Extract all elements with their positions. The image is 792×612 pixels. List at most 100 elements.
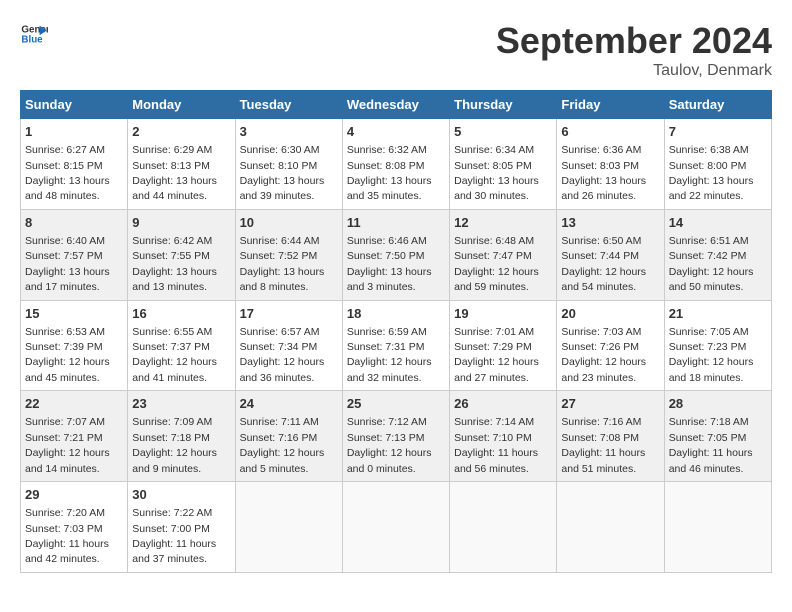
column-header-wednesday: Wednesday xyxy=(342,91,449,119)
day-info: Sunrise: 7:14 AMSunset: 7:10 PMDaylight:… xyxy=(454,416,538,474)
day-number: 4 xyxy=(347,123,445,141)
day-number: 2 xyxy=(132,123,230,141)
page-header: General Blue September 2024 Taulov, Denm… xyxy=(20,20,772,80)
day-info: Sunrise: 6:42 AMSunset: 7:55 PMDaylight:… xyxy=(132,235,217,293)
day-number: 16 xyxy=(132,305,230,323)
day-number: 12 xyxy=(454,214,552,232)
calendar-cell: 17 Sunrise: 6:57 AMSunset: 7:34 PMDaylig… xyxy=(235,300,342,391)
day-number: 24 xyxy=(240,395,338,413)
column-header-sunday: Sunday xyxy=(21,91,128,119)
day-number: 28 xyxy=(669,395,767,413)
calendar-cell: 11 Sunrise: 6:46 AMSunset: 7:50 PMDaylig… xyxy=(342,209,449,300)
logo-icon: General Blue xyxy=(20,20,48,48)
day-number: 20 xyxy=(561,305,659,323)
day-number: 21 xyxy=(669,305,767,323)
calendar-cell: 3 Sunrise: 6:30 AMSunset: 8:10 PMDayligh… xyxy=(235,119,342,210)
calendar-cell: 8 Sunrise: 6:40 AMSunset: 7:57 PMDayligh… xyxy=(21,209,128,300)
day-info: Sunrise: 6:36 AMSunset: 8:03 PMDaylight:… xyxy=(561,144,646,202)
day-number: 1 xyxy=(25,123,123,141)
week-row-3: 15 Sunrise: 6:53 AMSunset: 7:39 PMDaylig… xyxy=(21,300,772,391)
day-info: Sunrise: 7:01 AMSunset: 7:29 PMDaylight:… xyxy=(454,326,539,384)
day-number: 29 xyxy=(25,486,123,504)
calendar-cell: 29 Sunrise: 7:20 AMSunset: 7:03 PMDaylig… xyxy=(21,482,128,573)
day-info: Sunrise: 6:46 AMSunset: 7:50 PMDaylight:… xyxy=(347,235,432,293)
day-info: Sunrise: 6:51 AMSunset: 7:42 PMDaylight:… xyxy=(669,235,754,293)
day-number: 15 xyxy=(25,305,123,323)
day-info: Sunrise: 7:07 AMSunset: 7:21 PMDaylight:… xyxy=(25,416,110,474)
calendar-cell: 15 Sunrise: 6:53 AMSunset: 7:39 PMDaylig… xyxy=(21,300,128,391)
calendar-cell: 18 Sunrise: 6:59 AMSunset: 7:31 PMDaylig… xyxy=(342,300,449,391)
calendar-cell: 25 Sunrise: 7:12 AMSunset: 7:13 PMDaylig… xyxy=(342,391,449,482)
day-number: 30 xyxy=(132,486,230,504)
calendar-cell xyxy=(557,482,664,573)
day-info: Sunrise: 6:59 AMSunset: 7:31 PMDaylight:… xyxy=(347,326,432,384)
day-info: Sunrise: 7:16 AMSunset: 7:08 PMDaylight:… xyxy=(561,416,645,474)
day-number: 6 xyxy=(561,123,659,141)
day-info: Sunrise: 6:34 AMSunset: 8:05 PMDaylight:… xyxy=(454,144,539,202)
day-number: 3 xyxy=(240,123,338,141)
day-info: Sunrise: 7:22 AMSunset: 7:00 PMDaylight:… xyxy=(132,507,216,565)
day-number: 19 xyxy=(454,305,552,323)
day-info: Sunrise: 6:55 AMSunset: 7:37 PMDaylight:… xyxy=(132,326,217,384)
day-info: Sunrise: 7:12 AMSunset: 7:13 PMDaylight:… xyxy=(347,416,432,474)
calendar-cell: 13 Sunrise: 6:50 AMSunset: 7:44 PMDaylig… xyxy=(557,209,664,300)
day-info: Sunrise: 6:48 AMSunset: 7:47 PMDaylight:… xyxy=(454,235,539,293)
day-info: Sunrise: 6:53 AMSunset: 7:39 PMDaylight:… xyxy=(25,326,110,384)
calendar-cell: 28 Sunrise: 7:18 AMSunset: 7:05 PMDaylig… xyxy=(664,391,771,482)
calendar-cell: 6 Sunrise: 6:36 AMSunset: 8:03 PMDayligh… xyxy=(557,119,664,210)
calendar-cell: 4 Sunrise: 6:32 AMSunset: 8:08 PMDayligh… xyxy=(342,119,449,210)
day-info: Sunrise: 6:38 AMSunset: 8:00 PMDaylight:… xyxy=(669,144,754,202)
day-info: Sunrise: 6:27 AMSunset: 8:15 PMDaylight:… xyxy=(25,144,110,202)
calendar-cell: 30 Sunrise: 7:22 AMSunset: 7:00 PMDaylig… xyxy=(128,482,235,573)
day-info: Sunrise: 6:44 AMSunset: 7:52 PMDaylight:… xyxy=(240,235,325,293)
day-info: Sunrise: 6:32 AMSunset: 8:08 PMDaylight:… xyxy=(347,144,432,202)
calendar-cell: 5 Sunrise: 6:34 AMSunset: 8:05 PMDayligh… xyxy=(450,119,557,210)
title-section: September 2024 Taulov, Denmark xyxy=(496,20,772,80)
day-number: 11 xyxy=(347,214,445,232)
day-number: 13 xyxy=(561,214,659,232)
column-header-monday: Monday xyxy=(128,91,235,119)
location-title: Taulov, Denmark xyxy=(496,62,772,80)
column-header-thursday: Thursday xyxy=(450,91,557,119)
day-number: 7 xyxy=(669,123,767,141)
day-info: Sunrise: 7:20 AMSunset: 7:03 PMDaylight:… xyxy=(25,507,109,565)
day-info: Sunrise: 7:11 AMSunset: 7:16 PMDaylight:… xyxy=(240,416,325,474)
calendar-cell xyxy=(235,482,342,573)
week-row-2: 8 Sunrise: 6:40 AMSunset: 7:57 PMDayligh… xyxy=(21,209,772,300)
day-info: Sunrise: 6:29 AMSunset: 8:13 PMDaylight:… xyxy=(132,144,217,202)
calendar-cell: 27 Sunrise: 7:16 AMSunset: 7:08 PMDaylig… xyxy=(557,391,664,482)
calendar-cell: 23 Sunrise: 7:09 AMSunset: 7:18 PMDaylig… xyxy=(128,391,235,482)
calendar-cell: 19 Sunrise: 7:01 AMSunset: 7:29 PMDaylig… xyxy=(450,300,557,391)
day-info: Sunrise: 6:50 AMSunset: 7:44 PMDaylight:… xyxy=(561,235,646,293)
calendar-table: SundayMondayTuesdayWednesdayThursdayFrid… xyxy=(20,90,772,573)
day-number: 26 xyxy=(454,395,552,413)
calendar-cell: 10 Sunrise: 6:44 AMSunset: 7:52 PMDaylig… xyxy=(235,209,342,300)
day-number: 22 xyxy=(25,395,123,413)
day-info: Sunrise: 7:05 AMSunset: 7:23 PMDaylight:… xyxy=(669,326,754,384)
calendar-cell: 12 Sunrise: 6:48 AMSunset: 7:47 PMDaylig… xyxy=(450,209,557,300)
calendar-cell xyxy=(664,482,771,573)
week-row-4: 22 Sunrise: 7:07 AMSunset: 7:21 PMDaylig… xyxy=(21,391,772,482)
day-number: 14 xyxy=(669,214,767,232)
calendar-cell: 2 Sunrise: 6:29 AMSunset: 8:13 PMDayligh… xyxy=(128,119,235,210)
calendar-cell xyxy=(342,482,449,573)
day-number: 23 xyxy=(132,395,230,413)
column-header-saturday: Saturday xyxy=(664,91,771,119)
calendar-cell: 9 Sunrise: 6:42 AMSunset: 7:55 PMDayligh… xyxy=(128,209,235,300)
week-row-1: 1 Sunrise: 6:27 AMSunset: 8:15 PMDayligh… xyxy=(21,119,772,210)
calendar-cell: 7 Sunrise: 6:38 AMSunset: 8:00 PMDayligh… xyxy=(664,119,771,210)
calendar-cell: 21 Sunrise: 7:05 AMSunset: 7:23 PMDaylig… xyxy=(664,300,771,391)
day-info: Sunrise: 7:09 AMSunset: 7:18 PMDaylight:… xyxy=(132,416,217,474)
column-headers: SundayMondayTuesdayWednesdayThursdayFrid… xyxy=(21,91,772,119)
day-number: 18 xyxy=(347,305,445,323)
day-info: Sunrise: 7:03 AMSunset: 7:26 PMDaylight:… xyxy=(561,326,646,384)
calendar-cell: 24 Sunrise: 7:11 AMSunset: 7:16 PMDaylig… xyxy=(235,391,342,482)
logo: General Blue xyxy=(20,20,48,48)
day-number: 25 xyxy=(347,395,445,413)
day-info: Sunrise: 7:18 AMSunset: 7:05 PMDaylight:… xyxy=(669,416,753,474)
calendar-cell: 1 Sunrise: 6:27 AMSunset: 8:15 PMDayligh… xyxy=(21,119,128,210)
day-number: 5 xyxy=(454,123,552,141)
week-row-5: 29 Sunrise: 7:20 AMSunset: 7:03 PMDaylig… xyxy=(21,482,772,573)
day-number: 17 xyxy=(240,305,338,323)
day-info: Sunrise: 6:57 AMSunset: 7:34 PMDaylight:… xyxy=(240,326,325,384)
